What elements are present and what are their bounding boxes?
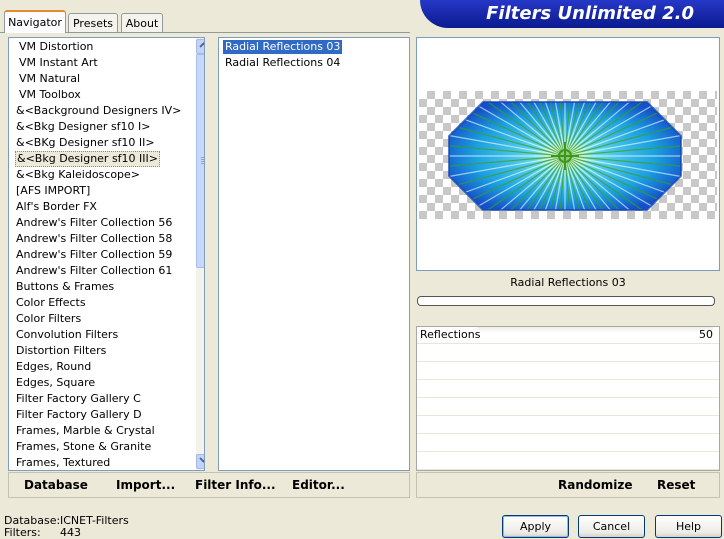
category-item[interactable]: VM Natural (18, 71, 81, 87)
status-filters-label: Filters: (4, 526, 41, 539)
database-button[interactable]: Database (24, 477, 88, 493)
category-item[interactable]: &<Background Designers IV> (15, 103, 182, 119)
right-toolbar: Randomize Reset (416, 472, 720, 498)
category-item[interactable]: VM Toolbox (18, 87, 82, 103)
parameter-row-empty (417, 345, 719, 362)
parameter-label: Reflections (420, 328, 481, 341)
filter-item[interactable]: Radial Reflections 04 (223, 56, 342, 70)
preview-image (448, 101, 682, 211)
category-item[interactable]: &<Bkg Designer sf10 I> (15, 119, 152, 135)
tab-navigator[interactable]: Navigator (4, 10, 66, 33)
parameter-value: 50 (699, 328, 713, 341)
grip-line (201, 159, 204, 160)
filter-item[interactable]: Radial Reflections 03 (223, 40, 343, 54)
grip-line (201, 157, 204, 158)
chevron-down-icon (199, 457, 204, 463)
tab-presets[interactable]: Presets (68, 13, 118, 32)
scroll-up-button[interactable] (196, 39, 204, 54)
category-item[interactable]: VM Distortion (18, 39, 94, 55)
grip-line (201, 161, 204, 162)
parameter-panel: Reflections 50 (416, 326, 720, 471)
category-item[interactable]: Filter Factory Gallery C (15, 391, 142, 407)
progress-bar (417, 296, 715, 306)
chevron-up-icon (199, 42, 204, 48)
scroll-down-button[interactable] (196, 454, 204, 469)
category-item[interactable]: Frames, Textured (15, 455, 111, 470)
parameter-row-empty (417, 453, 719, 470)
category-item[interactable]: Color Effects (15, 295, 87, 311)
grip-line (201, 163, 204, 164)
left-toolbar: Database Import... Filter Info... Editor… (8, 472, 410, 498)
category-item[interactable]: [AFS IMPORT] (15, 183, 91, 199)
category-item[interactable]: Filter Factory Gallery D (15, 407, 143, 423)
preview-panel (416, 37, 720, 271)
category-item[interactable]: &<Bkg Designer sf10 III> (15, 151, 161, 167)
editor-button[interactable]: Editor... (292, 477, 345, 493)
filter-list[interactable]: Radial Reflections 03 Radial Reflections … (218, 37, 410, 471)
parameter-row-empty (417, 381, 719, 398)
category-item[interactable]: Andrew's Filter Collection 56 (15, 215, 173, 231)
banner-title: Filters Unlimited 2.0 (486, 3, 694, 24)
parameter-row-reflections[interactable]: Reflections 50 (417, 327, 719, 344)
status-filters: Filters: 443 (4, 526, 81, 539)
app-banner: Filters Unlimited 2.0 (420, 0, 724, 28)
category-item[interactable]: Color Filters (15, 311, 82, 327)
category-item[interactable]: Andrew's Filter Collection 58 (15, 231, 173, 247)
category-list[interactable]: VM Distortion VM Instant Art VM Natural VM … (8, 37, 205, 471)
category-item[interactable]: Andrew's Filter Collection 59 (15, 247, 173, 263)
category-item[interactable]: VM Instant Art (18, 55, 99, 71)
preview-filter-name: Radial Reflections 03 (416, 272, 720, 294)
category-item[interactable]: Convolution Filters (15, 327, 119, 343)
category-item[interactable]: Frames, Marble & Crystal (15, 423, 156, 439)
category-item[interactable]: &<BKg Designer sf10 II> (15, 135, 156, 151)
category-item[interactable]: Distortion Filters (15, 343, 107, 359)
category-item[interactable]: &<Bkg Kaleidoscope> (15, 167, 141, 183)
category-item[interactable]: Edges, Square (15, 375, 96, 391)
import-button[interactable]: Import... (116, 477, 175, 493)
randomize-button[interactable]: Randomize (558, 477, 632, 493)
category-item[interactable]: Alf's Border FX (15, 199, 98, 215)
filter-info-button[interactable]: Filter Info... (195, 477, 276, 493)
parameter-row-empty (417, 363, 719, 380)
reset-button[interactable]: Reset (657, 477, 695, 493)
scroll-thumb[interactable] (196, 54, 204, 268)
parameter-row-empty (417, 435, 719, 452)
parameter-slider[interactable] (477, 327, 713, 333)
category-item[interactable]: Edges, Round (15, 359, 92, 375)
category-item[interactable]: Andrew's Filter Collection 61 (15, 263, 173, 279)
category-item[interactable]: Frames, Stone & Granite (15, 439, 152, 455)
category-item[interactable]: Buttons & Frames (15, 279, 115, 295)
category-scrollbar[interactable] (196, 38, 204, 470)
tab-about[interactable]: About (121, 13, 163, 32)
parameter-row-empty (417, 417, 719, 434)
parameter-row-empty (417, 399, 719, 416)
status-filters-value: 443 (60, 526, 81, 539)
